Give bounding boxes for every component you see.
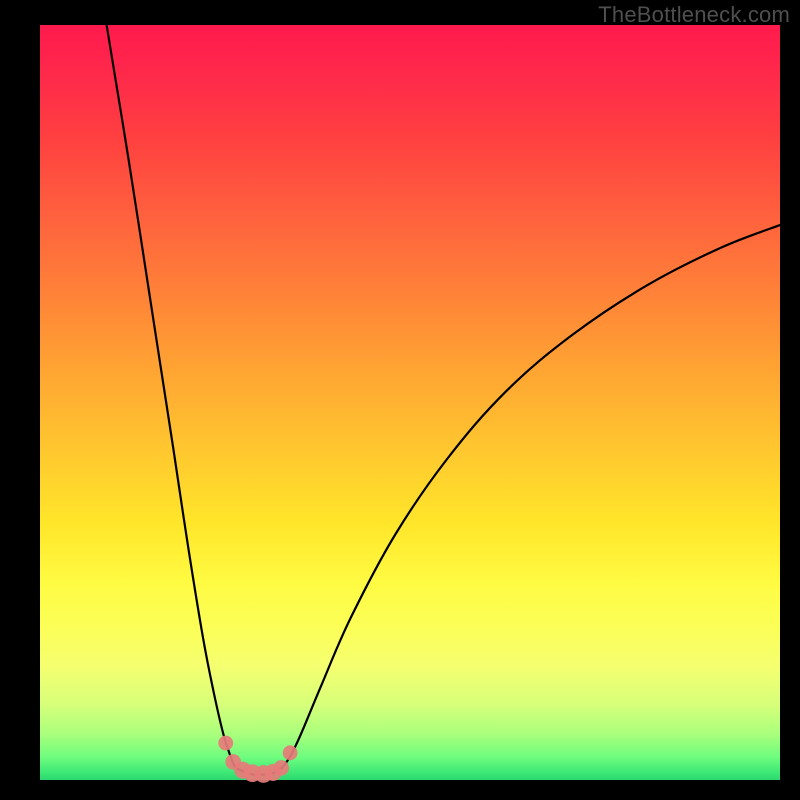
chart-frame: TheBottleneck.com bbox=[0, 0, 800, 800]
valley-marker bbox=[283, 745, 298, 760]
bottleneck-curve bbox=[107, 25, 780, 775]
valley-marker bbox=[273, 760, 289, 776]
valley-marker-group bbox=[218, 736, 297, 783]
plot-area bbox=[40, 25, 780, 780]
valley-marker bbox=[218, 736, 233, 751]
chart-svg bbox=[40, 25, 780, 780]
